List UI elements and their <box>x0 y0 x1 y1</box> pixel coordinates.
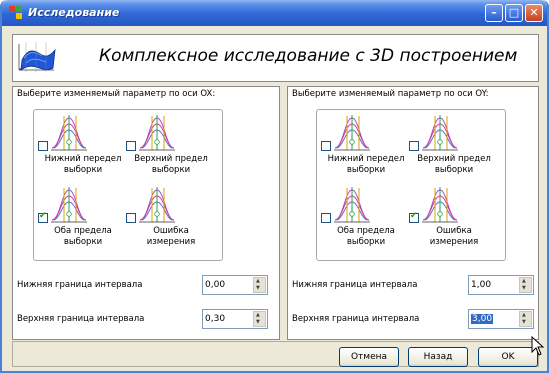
distribution-thumb-icon <box>421 112 459 154</box>
y-measurement-error-checkbox[interactable]: ✔ <box>409 211 419 223</box>
spin-down-icon[interactable]: ▼ <box>256 320 260 325</box>
spin-up-icon[interactable]: ▲ <box>256 279 260 284</box>
spin-down-icon[interactable]: ▼ <box>256 286 260 291</box>
y-option-measurement-error[interactable]: ✔ Ошибка измерения <box>409 184 499 259</box>
y-upper-bound-input[interactable]: 3,00 ▲ ▼ <box>468 309 534 329</box>
y-option-label: выборки <box>346 165 386 175</box>
y-axis-options-group: Нижний передел выборки Верхний предел выбо… <box>316 109 506 261</box>
y-option-upper-limit[interactable]: Верхний предел выборки <box>409 112 499 187</box>
x-lower-bound-value: 0,00 <box>205 280 226 290</box>
distribution-thumb-icon <box>333 112 371 154</box>
x-both-limits-checkbox[interactable]: ✔ <box>38 211 48 223</box>
x-option-label: Нижний передел <box>44 154 122 164</box>
spin-down-icon[interactable]: ▼ <box>522 320 526 325</box>
x-axis-prompt: Выберите изменяемый параметр по оси OX: <box>17 89 216 99</box>
x-upper-bound-label: Верхняя граница интервала <box>17 314 145 324</box>
x-option-both-limits[interactable]: ✔ Оба предела выборки <box>38 184 128 259</box>
back-button[interactable]: Назад <box>408 347 468 367</box>
y-option-both-limits[interactable]: Оба предела выборки <box>321 184 411 259</box>
maximize-button[interactable]: □ <box>505 4 523 22</box>
mouse-cursor-icon <box>531 336 545 356</box>
check-icon: ✔ <box>410 211 418 221</box>
x-lower-limit-checkbox[interactable] <box>38 141 48 151</box>
x-option-label: Оба предела <box>54 226 112 236</box>
y-option-lower-limit[interactable]: Нижний передел выборки <box>321 112 411 187</box>
x-option-label: Верхний предел <box>134 154 208 164</box>
spin-up-icon[interactable]: ▲ <box>256 313 260 318</box>
close-button[interactable]: ✕ <box>525 4 543 22</box>
y-lower-bound-input[interactable]: 1,00 ▲ ▼ <box>468 275 534 295</box>
window-title: Исследование <box>28 6 120 19</box>
y-option-label: Верхний предел <box>417 154 491 164</box>
x-option-label: измерения <box>146 237 196 247</box>
y-option-label: Ошибка <box>436 226 472 236</box>
minimize-button[interactable]: – <box>485 4 503 22</box>
y-upper-bound-value: 3,00 <box>471 314 494 324</box>
x-lower-bound-label: Нижняя граница интервала <box>17 280 143 290</box>
spin-up-icon[interactable]: ▲ <box>522 279 526 284</box>
header-banner: Комплексное исследование с 3D построение… <box>12 34 539 82</box>
x-measurement-error-checkbox[interactable] <box>126 213 136 223</box>
spin-up-icon[interactable]: ▲ <box>522 313 526 318</box>
y-upper-bound-spinner[interactable]: ▲ ▼ <box>519 311 532 327</box>
y-upper-bound-label: Верхняя граница интервала <box>292 314 420 324</box>
y-option-label: выборки <box>434 165 474 175</box>
y-option-label: измерения <box>429 237 479 247</box>
y-both-limits-checkbox[interactable] <box>321 213 331 223</box>
app-icon <box>9 6 22 19</box>
distribution-thumb-icon <box>50 184 88 226</box>
x-option-label: выборки <box>63 165 103 175</box>
distribution-thumb-icon <box>333 184 371 226</box>
minimize-icon: – <box>491 6 497 19</box>
x-axis-options-group: Нижний передел выборки Верхний предел выбо… <box>33 109 223 261</box>
x-upper-bound-input[interactable]: 0,30 ▲ ▼ <box>202 309 268 329</box>
distribution-thumb-icon <box>138 184 176 226</box>
x-lower-bound-input[interactable]: 0,00 ▲ ▼ <box>202 275 268 295</box>
x-lower-bound-spinner[interactable]: ▲ ▼ <box>253 277 266 293</box>
y-axis-prompt: Выберите изменяемый параметр по оси OY: <box>292 89 489 99</box>
maximize-icon: □ <box>508 6 520 19</box>
x-option-lower-limit[interactable]: Нижний передел выборки <box>38 112 128 187</box>
x-option-measurement-error[interactable]: Ошибка измерения <box>126 184 216 259</box>
spin-down-icon[interactable]: ▼ <box>522 286 526 291</box>
check-icon: ✔ <box>39 211 47 221</box>
distribution-thumb-icon <box>50 112 88 154</box>
x-option-label: Ошибка <box>153 226 189 236</box>
x-upper-bound-spinner[interactable]: ▲ ▼ <box>253 311 266 327</box>
dialog-window: Исследование – □ ✕ Комплексное исследова… <box>0 0 549 373</box>
x-upper-limit-checkbox[interactable] <box>126 141 136 151</box>
x-option-upper-limit[interactable]: Верхний предел выборки <box>126 112 216 187</box>
title-bar[interactable]: Исследование – □ ✕ <box>2 0 547 26</box>
cancel-button[interactable]: Отмена <box>339 347 399 367</box>
ok-button[interactable]: OK <box>478 347 538 367</box>
y-lower-bound-value: 1,00 <box>471 280 492 290</box>
y-upper-limit-checkbox[interactable] <box>409 141 419 151</box>
y-lower-limit-checkbox[interactable] <box>321 141 331 151</box>
x-axis-panel: Выберите изменяемый параметр по оси OX: … <box>12 86 280 340</box>
y-lower-bound-label: Нижняя граница интервала <box>292 280 418 290</box>
close-icon: ✕ <box>529 6 539 19</box>
distribution-thumb-icon <box>138 112 176 154</box>
x-option-label: выборки <box>151 165 191 175</box>
y-axis-panel: Выберите изменяемый параметр по оси OY: … <box>287 86 539 340</box>
3d-surface-icon <box>16 38 58 78</box>
y-option-label: выборки <box>346 237 386 247</box>
y-option-label: Нижний передел <box>327 154 405 164</box>
x-upper-bound-value: 0,30 <box>205 314 226 324</box>
distribution-thumb-icon <box>421 184 459 226</box>
page-title: Комплексное исследование с 3D построение… <box>99 46 518 66</box>
x-option-label: выборки <box>63 237 103 247</box>
y-option-label: Оба предела <box>337 226 395 236</box>
y-lower-bound-spinner[interactable]: ▲ ▼ <box>519 277 532 293</box>
